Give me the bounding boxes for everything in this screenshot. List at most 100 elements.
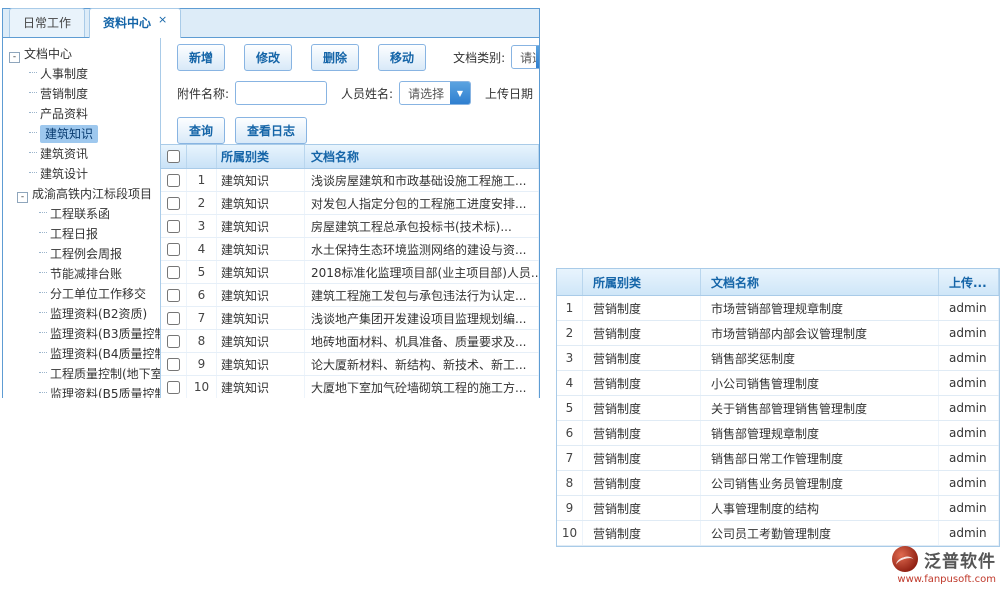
tree-item[interactable]: 工程例会周报 (3, 244, 160, 264)
tree-item[interactable]: 工程联系函 (3, 204, 160, 224)
row-docname: 关于销售部管理销售管理制度 (701, 396, 939, 420)
dropdown-arrow-icon: ▼ (450, 82, 470, 104)
row-checkbox[interactable] (167, 243, 180, 256)
row-category: 建筑知识 (217, 353, 305, 375)
table-row[interactable]: 6 建筑知识 建筑工程施工发包与承包违法行为认定... (161, 284, 539, 307)
sidebar-item-construction-news[interactable]: 建筑资讯 (3, 144, 160, 164)
sidebar-item-project-root[interactable]: -成渝高铁内江标段项目 (3, 184, 160, 204)
table-row[interactable]: 3 建筑知识 房屋建筑工程总承包投标书(技术标)... (161, 215, 539, 238)
tree-item[interactable]: 工程质量控制(地下室) (3, 364, 160, 384)
table-row[interactable]: 3 营销制度 销售部奖惩制度 admin (557, 346, 999, 371)
collapse-icon[interactable]: - (9, 52, 20, 63)
row-number: 8 (557, 471, 583, 495)
tree-item[interactable]: 节能减排台账 (3, 264, 160, 284)
row-uploader: admin (939, 296, 999, 320)
attachment-name-input[interactable] (235, 81, 327, 105)
row-uploader: admin (939, 371, 999, 395)
row-checkbox[interactable] (167, 174, 180, 187)
row-docname: 论大厦新材料、新结构、新技术、新工... (305, 353, 539, 375)
row-number: 3 (187, 215, 217, 237)
row-checkbox[interactable] (167, 358, 180, 371)
docname-column-header: 文档名称 (701, 269, 939, 295)
sidebar-item-document-center[interactable]: -文档中心 (3, 44, 160, 64)
category-tree: -文档中心 人事制度 营销制度 产品资料 建筑知识 建筑资讯 建筑设计 -成渝高… (3, 38, 161, 398)
tree-label: 监理资料(B3质量控制) (50, 327, 160, 341)
row-checkbox[interactable] (167, 381, 180, 394)
row-docname: 对发包人指定分包的工程施工进度安排... (305, 192, 539, 214)
table-row[interactable]: 7 建筑知识 浅谈地产集团开发建设项目监理规划编... (161, 307, 539, 330)
row-number: 1 (187, 169, 217, 191)
row-category: 营销制度 (583, 446, 701, 470)
tree-item[interactable]: 工程日报 (3, 224, 160, 244)
table-row[interactable]: 4 建筑知识 水土保持生态环境监测网络的建设与资... (161, 238, 539, 261)
move-button[interactable]: 移动 (378, 44, 426, 71)
row-number: 2 (557, 321, 583, 345)
row-number: 10 (557, 521, 583, 545)
tree-label: 工程例会周报 (50, 247, 122, 261)
query-button[interactable]: 查询 (177, 117, 225, 144)
add-button[interactable]: 新增 (177, 44, 225, 71)
table-row[interactable]: 6 营销制度 销售部管理规章制度 admin (557, 421, 999, 446)
table-row[interactable]: 7 营销制度 销售部日常工作管理制度 admin (557, 446, 999, 471)
sidebar-item-hr-policy[interactable]: 人事制度 (3, 64, 160, 84)
docname-column-header: 文档名称 (305, 145, 539, 168)
table-row[interactable]: 4 营销制度 小公司销售管理制度 admin (557, 371, 999, 396)
row-number: 6 (557, 421, 583, 445)
table-row[interactable]: 8 建筑知识 地砖地面材料、机具准备、质量要求及... (161, 330, 539, 353)
collapse-icon[interactable]: - (17, 192, 28, 203)
table-row[interactable]: 5 建筑知识 2018标准化监理项目部(业主项目部)人员... (161, 261, 539, 284)
tree-label: 建筑资讯 (40, 147, 88, 161)
uploader-column-header: 上传... (939, 269, 999, 295)
row-uploader: admin (939, 346, 999, 370)
delete-button[interactable]: 删除 (311, 44, 359, 71)
close-tab-icon[interactable]: × (158, 13, 167, 26)
table-row[interactable]: 2 营销制度 市场营销部内部会议管理制度 admin (557, 321, 999, 346)
table-row[interactable]: 2 建筑知识 对发包人指定分包的工程施工进度安排... (161, 192, 539, 215)
table-row[interactable]: 1 建筑知识 浅谈房屋建筑和市政基础设施工程施工... (161, 169, 539, 192)
tab-data-center[interactable]: 资料中心 × (89, 8, 181, 38)
table-row[interactable]: 10 建筑知识 大厦地下室加气砼墙砌筑工程的施工方... (161, 376, 539, 398)
tab-daily-work[interactable]: 日常工作 (9, 8, 85, 37)
row-docname: 房屋建筑工程总承包投标书(技术标)... (305, 215, 539, 237)
tree-item[interactable]: 分工单位工作移交 (3, 284, 160, 304)
tree-item[interactable]: 监理资料(B5质量控制) (3, 384, 160, 398)
row-checkbox[interactable] (167, 289, 180, 302)
doc-category-select[interactable]: 请选择 ▼ (511, 45, 539, 69)
modify-button[interactable]: 修改 (244, 44, 292, 71)
sidebar-item-construction-knowledge[interactable]: 建筑知识 (3, 124, 160, 144)
row-category: 建筑知识 (217, 215, 305, 237)
row-checkbox[interactable] (167, 266, 180, 279)
tree-item[interactable]: 监理资料(B2资质) (3, 304, 160, 324)
sidebar-item-marketing-policy[interactable]: 营销制度 (3, 84, 160, 104)
doc-category-label: 文档类别: (453, 49, 505, 66)
table-row[interactable]: 9 营销制度 人事管理制度的结构 admin (557, 496, 999, 521)
sidebar-item-product-info[interactable]: 产品资料 (3, 104, 160, 124)
row-checkbox[interactable] (167, 220, 180, 233)
row-category: 营销制度 (583, 296, 701, 320)
row-checkbox[interactable] (167, 335, 180, 348)
person-name-select[interactable]: 请选择 ▼ (399, 81, 471, 105)
row-checkbox[interactable] (167, 312, 180, 325)
row-docname: 浅谈地产集团开发建设项目监理规划编... (305, 307, 539, 329)
table-row[interactable]: 9 建筑知识 论大厦新材料、新结构、新技术、新工... (161, 353, 539, 376)
select-all-checkbox[interactable] (167, 150, 180, 163)
table-row[interactable]: 10 营销制度 公司员工考勤管理制度 admin (557, 521, 999, 546)
row-checkbox[interactable] (167, 197, 180, 210)
tree-item[interactable]: 监理资料(B3质量控制) (3, 324, 160, 344)
table-row[interactable]: 5 营销制度 关于销售部管理销售管理制度 admin (557, 396, 999, 421)
row-uploader: admin (939, 521, 999, 545)
row-docname: 地砖地面材料、机具准备、质量要求及... (305, 330, 539, 352)
view-log-button[interactable]: 查看日志 (235, 117, 307, 144)
sidebar-item-construction-design[interactable]: 建筑设计 (3, 164, 160, 184)
fanpu-logo-icon (892, 546, 918, 572)
row-number: 3 (557, 346, 583, 370)
table-row[interactable]: 1 营销制度 市场营销部管理规章制度 admin (557, 296, 999, 321)
window-body: -文档中心 人事制度 营销制度 产品资料 建筑知识 建筑资讯 建筑设计 -成渝高… (3, 38, 539, 398)
vendor-url: www.fanpusoft.com (856, 574, 996, 585)
tree-item[interactable]: 监理资料(B4质量控制) (3, 344, 160, 364)
documents-table: 所属别类 文档名称 1 建筑知识 浅谈房屋建筑和市政基础设施工程施工... 2 … (161, 144, 539, 398)
row-uploader: admin (939, 321, 999, 345)
row-uploader: admin (939, 446, 999, 470)
tab-label: 资料中心 (103, 16, 151, 30)
table-row[interactable]: 8 营销制度 公司销售业务员管理制度 admin (557, 471, 999, 496)
